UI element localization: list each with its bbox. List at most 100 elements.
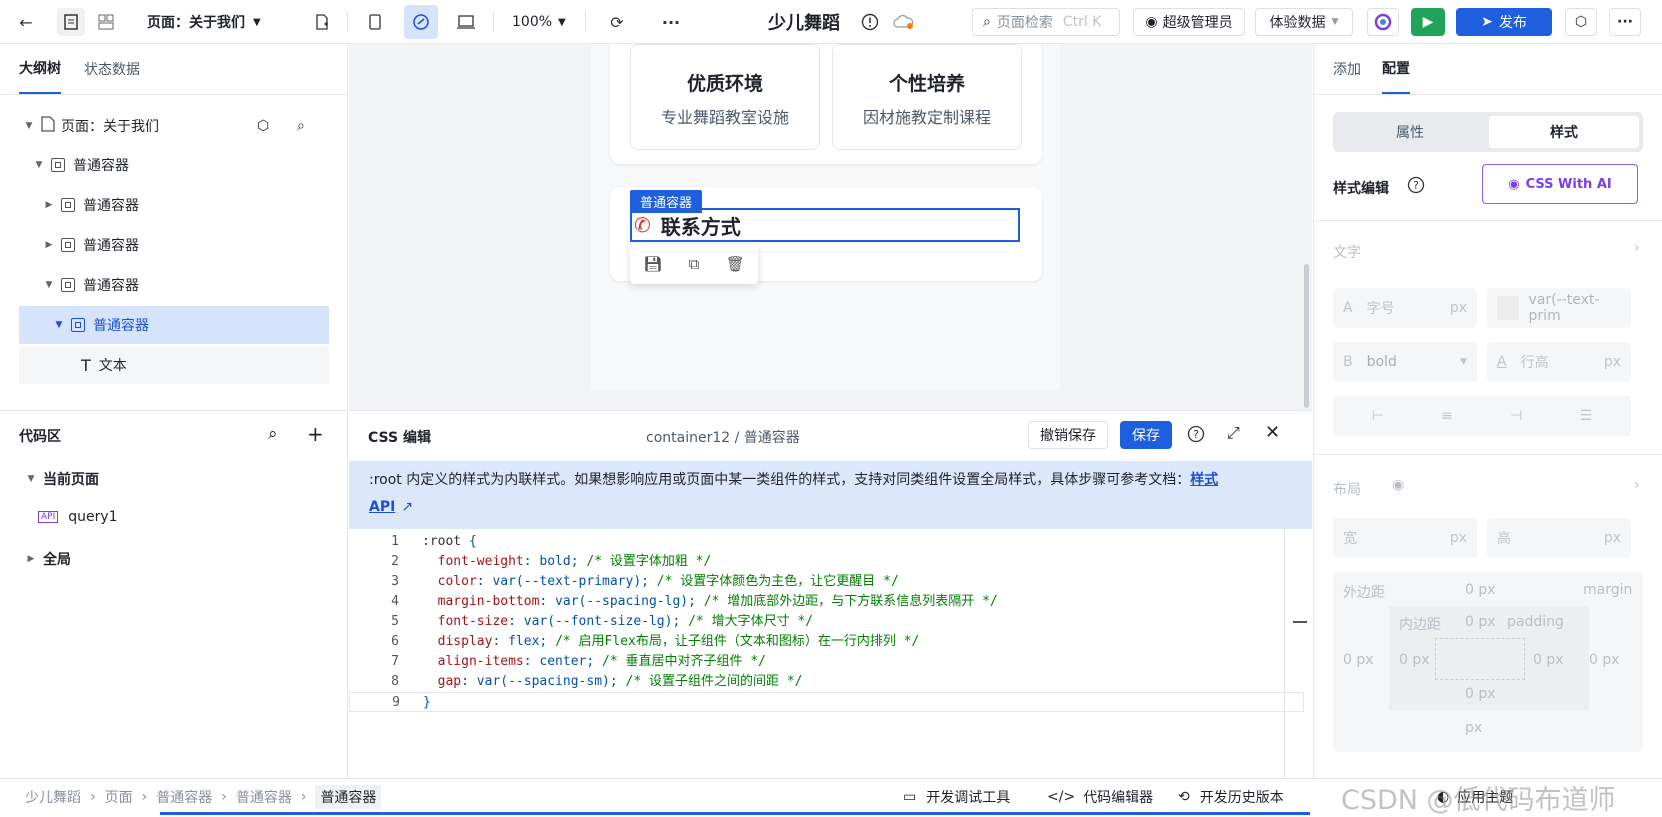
add-icon[interactable]: +: [307, 422, 324, 446]
align-center-icon[interactable]: ≡: [1441, 408, 1453, 424]
chevron-right-icon[interactable]: ›: [1634, 477, 1640, 493]
mobile-view-icon[interactable]: [361, 8, 389, 36]
tree-node-container[interactable]: ▶ 普通容器: [19, 226, 329, 264]
code-line[interactable]: 2 font-weight: bold; /* 设置字体加粗 */: [349, 552, 1304, 572]
page-selector[interactable]: 页面：关于我们 ▼: [147, 0, 261, 44]
dev-tools-button[interactable]: ▭ 开发调试工具: [903, 779, 1010, 815]
text-align-group[interactable]: ⊢ ≡ ⊣ ☰: [1333, 396, 1631, 436]
chevron-right-icon[interactable]: ›: [1634, 240, 1640, 256]
seg-style[interactable]: 样式: [1489, 116, 1639, 148]
breadcrumb-item-current[interactable]: 普通容器: [315, 785, 382, 809]
delete-icon[interactable]: 🗑︎: [726, 255, 745, 273]
seg-properties[interactable]: 属性: [1337, 116, 1483, 148]
features-card[interactable]: 优质环境 专业舞蹈教室设施 个性培养 因材施教定制课程: [610, 44, 1042, 164]
code-line[interactable]: 9}: [349, 692, 1304, 712]
margin-left-value[interactable]: 0 px: [1343, 652, 1374, 668]
code-line[interactable]: 1:root {: [349, 532, 1304, 552]
breadcrumb-item[interactable]: 普通容器: [236, 787, 292, 807]
breadcrumb-item[interactable]: 少儿舞蹈: [25, 787, 81, 807]
outline-view-icon[interactable]: [57, 8, 85, 36]
code-line[interactable]: 8 gap: var(--spacing-sm); /* 设置子组件之间的间距 …: [349, 672, 1304, 692]
font-weight-select[interactable]: Bbold ▼: [1333, 342, 1477, 382]
tree-node-container-selected[interactable]: ▼ 普通容器: [19, 306, 329, 344]
tab-add[interactable]: 添加: [1333, 44, 1361, 94]
font-size-input[interactable]: A 字号 px: [1333, 288, 1477, 328]
code-editor[interactable]: 1:root {2 font-weight: bold; /* 设置字体加粗 *…: [349, 532, 1312, 779]
refresh-icon[interactable]: ⟳: [603, 8, 631, 36]
breadcrumb-item[interactable]: 页面: [105, 787, 133, 807]
padding-bottom-value[interactable]: 0 px: [1465, 686, 1496, 702]
preview-play-button[interactable]: ▶: [1411, 8, 1445, 36]
code-line[interactable]: 4 margin-bottom: var(--spacing-lg); /* 增…: [349, 592, 1304, 612]
save-icon[interactable]: 💾︎: [643, 255, 662, 273]
query-item[interactable]: API query1: [38, 509, 118, 525]
code-line[interactable]: 6 display: flex; /* 启用Flex布局，让子组件（文本和图标）…: [349, 632, 1304, 652]
padding-top-value[interactable]: 0 px: [1465, 614, 1496, 630]
margin-right-value[interactable]: 0 px: [1589, 652, 1620, 668]
global-group[interactable]: ▶ 全局: [25, 549, 71, 569]
data-mode-select[interactable]: 体验数据 ▼: [1255, 8, 1353, 36]
code-editor-button[interactable]: </> 代码编辑器: [1047, 779, 1153, 815]
align-right-icon[interactable]: ⊣: [1510, 408, 1522, 424]
feature-card[interactable]: 个性培养 因材施教定制课程: [832, 44, 1022, 150]
zoom-select[interactable]: 100% ▼: [512, 0, 566, 44]
align-left-icon[interactable]: ⊢: [1372, 408, 1384, 424]
copy-icon[interactable]: ⧉: [689, 255, 700, 273]
external-link-icon[interactable]: ↗: [401, 499, 413, 515]
expand-icon[interactable]: ⤢: [1227, 423, 1240, 443]
tab-state-data[interactable]: 状态数据: [84, 44, 140, 94]
tab-outline[interactable]: 大纲树: [19, 44, 61, 94]
code-line[interactable]: 3 color: var(--text-primary); /* 设置字体颜色为…: [349, 572, 1304, 592]
save-button[interactable]: 保存: [1120, 421, 1172, 449]
width-input[interactable]: 宽 px: [1333, 518, 1477, 558]
page-search-input[interactable]: ⌕ 页面检索 Ctrl K: [972, 8, 1120, 36]
ai-assistant-button[interactable]: [1367, 8, 1399, 36]
css-with-ai-button[interactable]: ◉ CSS With AI: [1482, 164, 1638, 204]
eye-icon[interactable]: ◉: [1392, 477, 1404, 493]
phone-icon: ✆: [634, 213, 651, 237]
docs-link[interactable]: API: [369, 499, 395, 515]
line-height-input[interactable]: A 行高 px: [1487, 342, 1631, 382]
tab-config[interactable]: 配置: [1382, 44, 1410, 94]
add-page-icon[interactable]: [308, 8, 336, 36]
margin-bottom-value[interactable]: px: [1465, 720, 1482, 736]
settings-icon[interactable]: ⬡: [1565, 8, 1597, 36]
settings-icon[interactable]: ⬡: [257, 118, 269, 134]
publish-button[interactable]: ➤ 发布: [1456, 8, 1552, 36]
tree-node-page[interactable]: ▼ 页面：关于我们 ⬡ ⌕: [19, 107, 329, 145]
close-icon[interactable]: ✕: [1265, 422, 1280, 443]
more-menu-icon[interactable]: ···: [1609, 8, 1641, 36]
docs-link[interactable]: 样式: [1190, 472, 1218, 488]
height-input[interactable]: 高 px: [1487, 518, 1631, 558]
more-icon[interactable]: ···: [657, 8, 685, 36]
code-line[interactable]: 5 font-size: var(--font-size-lg); /* 增大字…: [349, 612, 1304, 632]
help-icon[interactable]: ?: [1407, 176, 1425, 198]
tree-node-text[interactable]: T 文本: [19, 346, 329, 384]
current-page-group[interactable]: ▼ 当前页面: [25, 469, 99, 489]
history-button[interactable]: ⟲ 开发历史版本: [1178, 779, 1284, 815]
tree-node-container[interactable]: ▶ 普通容器: [19, 186, 329, 224]
back-arrow-icon[interactable]: ←: [12, 8, 40, 36]
code-line[interactable]: 7 align-items: center; /* 垂直居中对齐子组件 */: [349, 652, 1304, 672]
margin-top-value[interactable]: 0 px: [1465, 582, 1496, 598]
undo-save-button[interactable]: 撤销保存: [1028, 421, 1108, 449]
font-color-input[interactable]: var(--text-prim: [1487, 288, 1631, 328]
help-icon[interactable]: ?: [1187, 425, 1205, 447]
search-icon[interactable]: ⌕: [268, 424, 278, 444]
contact-title-container[interactable]: ✆ 联系方式: [630, 208, 1020, 242]
padding-right-value[interactable]: 0 px: [1533, 652, 1564, 668]
align-justify-icon[interactable]: ☰: [1580, 408, 1593, 424]
search-icon[interactable]: ⌕: [297, 118, 305, 134]
layout-view-icon[interactable]: [92, 8, 120, 36]
tree-node-container[interactable]: ▼ 普通容器: [19, 146, 329, 184]
breadcrumb-item[interactable]: 普通容器: [156, 787, 212, 807]
padding-left-value[interactable]: 0 px: [1399, 652, 1430, 668]
desktop-view-icon[interactable]: [452, 8, 480, 36]
canvas-scrollbar[interactable]: [1304, 264, 1309, 408]
link-mode-icon[interactable]: [404, 5, 438, 39]
info-icon[interactable]: [856, 8, 884, 36]
user-menu[interactable]: ◉ 超级管理员: [1133, 8, 1245, 36]
contact-card[interactable]: 普通容器 ✆ 联系方式 💾︎ ⧉ 🗑︎: [610, 187, 1042, 284]
feature-card[interactable]: 优质环境 专业舞蹈教室设施: [630, 44, 820, 150]
tree-node-container[interactable]: ▼ 普通容器: [19, 266, 329, 304]
